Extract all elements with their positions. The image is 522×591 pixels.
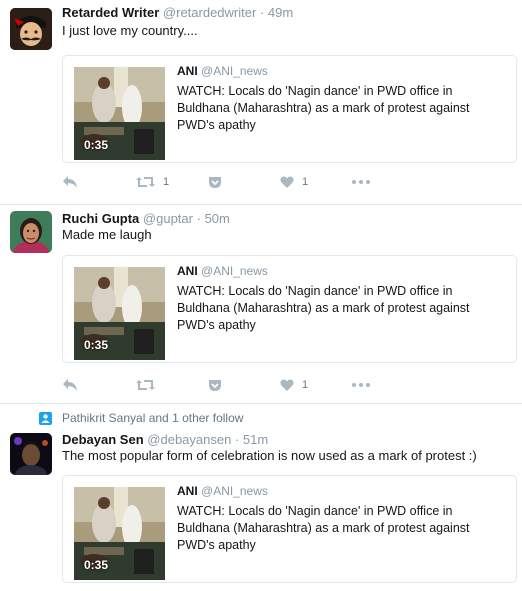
heart-icon (280, 379, 294, 391)
author-name[interactable]: Debayan Sen (62, 432, 144, 447)
tweet[interactable]: Pathikrit Sanyal and 1 other follow Deba… (0, 403, 522, 591)
timestamp[interactable]: 51m (243, 432, 268, 447)
quoted-author-name: ANI (177, 64, 198, 78)
quoted-tweet-card[interactable]: 0:35 ANI @ANI_news WATCH: Locals do 'Nag… (62, 475, 517, 583)
retweet-icon (136, 177, 155, 187)
quoted-tweet-card[interactable]: 0:35 ANI @ANI_news WATCH: Locals do 'Nag… (62, 255, 517, 363)
avatar[interactable] (10, 8, 52, 50)
quoted-tweet-card[interactable]: 0:35 ANI @ANI_news WATCH: Locals do 'Nag… (62, 55, 517, 163)
video-duration: 0:35 (84, 558, 109, 572)
retweet-button[interactable] (136, 375, 163, 395)
reply-button[interactable] (62, 172, 78, 192)
separator-dot: · (259, 5, 265, 20)
more-button[interactable] (352, 375, 370, 395)
avatar[interactable] (10, 433, 52, 475)
avatar[interactable] (10, 211, 52, 253)
quoted-tweet-text: WATCH: Locals do 'Nagin dance' in PWD of… (177, 504, 470, 552)
more-button[interactable] (352, 172, 370, 192)
heart-icon (280, 176, 294, 188)
reply-icon (63, 379, 77, 391)
video-thumbnail[interactable]: 0:35 (74, 487, 165, 580)
quoted-tweet-text: WATCH: Locals do 'Nagin dance' in PWD of… (177, 284, 470, 332)
tweet[interactable]: Retarded Writer @retardedwriter · 49m I … (0, 0, 522, 204)
tweet-text: Made me laugh (62, 227, 152, 242)
retweet-count: 1 (163, 176, 170, 188)
tweet[interactable]: Ruchi Gupta @guptar · 50m Made me laugh (0, 204, 522, 403)
quoted-author-name: ANI (177, 264, 198, 278)
reply-icon (63, 176, 77, 188)
like-button[interactable]: 1 (280, 375, 308, 395)
reply-button[interactable] (62, 375, 78, 395)
author-handle[interactable]: @retardedwriter (163, 5, 256, 20)
video-duration: 0:35 (84, 338, 109, 352)
like-button[interactable]: 1 (280, 172, 308, 192)
author-handle[interactable]: @debayansen (147, 432, 231, 447)
social-context[interactable]: Pathikrit Sanyal and 1 other follow (62, 411, 243, 426)
like-count: 1 (302, 379, 309, 391)
like-count: 1 (302, 176, 309, 188)
author-name[interactable]: Retarded Writer (62, 5, 159, 20)
separator-dot: · (234, 432, 240, 447)
video-thumbnail[interactable]: 0:35 (74, 67, 165, 160)
separator-dot: · (196, 211, 201, 226)
video-duration: 0:35 (84, 138, 109, 152)
more-icon (352, 383, 370, 387)
pocket-icon (209, 176, 221, 188)
timestamp[interactable]: 49m (268, 5, 293, 20)
quoted-author-handle: @ANI_news (201, 484, 268, 498)
quoted-author-handle: @ANI_news (201, 64, 268, 78)
author-handle[interactable]: @guptar (143, 211, 193, 226)
tweet-text: I just love my country.... (62, 23, 198, 38)
pocket-icon (209, 379, 221, 391)
retweet-button[interactable]: 1 (136, 172, 169, 192)
retweet-icon (136, 380, 155, 390)
tweet-actions: 1 1 (62, 172, 382, 192)
quoted-tweet-text: WATCH: Locals do 'Nagin dance' in PWD of… (177, 84, 470, 132)
quoted-author-handle: @ANI_news (201, 264, 268, 278)
video-thumbnail[interactable]: 0:35 (74, 267, 165, 360)
follow-context-icon (39, 412, 52, 425)
more-icon (352, 180, 370, 184)
timestamp[interactable]: 50m (205, 211, 230, 226)
tweet-text: The most popular form of celebration is … (62, 448, 477, 463)
timeline-feed: Retarded Writer @retardedwriter · 49m I … (0, 0, 522, 591)
author-name[interactable]: Ruchi Gupta (62, 211, 139, 226)
pocket-button[interactable] (208, 375, 222, 395)
tweet-actions: 1 (62, 375, 382, 395)
quoted-author-name: ANI (177, 484, 198, 498)
pocket-button[interactable] (208, 172, 222, 192)
